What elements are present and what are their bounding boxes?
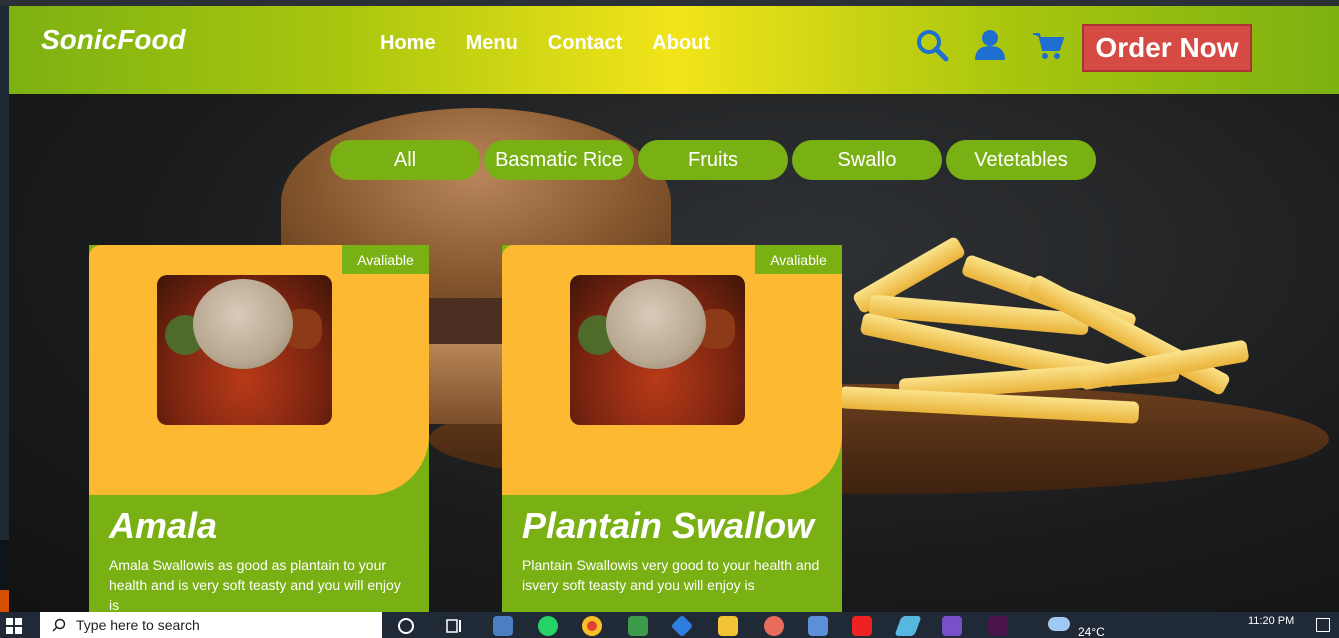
browser-viewport: SonicFood Home Menu Contact About Order … <box>0 0 1339 638</box>
notification-icon[interactable] <box>1316 618 1330 632</box>
fries-image <box>838 235 1259 444</box>
taskbar-search-placeholder: Type here to search <box>76 617 200 633</box>
card-title: Plantain Swallow <box>522 505 815 546</box>
cart-icon[interactable] <box>1031 28 1065 62</box>
slack-icon[interactable] <box>988 616 1008 636</box>
order-now-button[interactable]: Order Now <box>1082 24 1252 72</box>
amala-image <box>157 275 332 425</box>
card-image-area <box>502 245 842 495</box>
category-vetetables[interactable]: Vetetables <box>946 140 1096 180</box>
main-nav: Home Menu Contact About <box>380 32 740 55</box>
card-description: Amala Swallowis as good as plantain to y… <box>109 557 401 612</box>
whatsapp-icon[interactable] <box>538 616 558 636</box>
site-header: SonicFood Home Menu Contact About Order … <box>9 6 1339 94</box>
card-title: Amala <box>109 505 218 546</box>
category-all[interactable]: All <box>330 140 480 180</box>
left-window-edge <box>0 6 9 612</box>
youtube-icon[interactable] <box>852 616 872 636</box>
food-card-plantain-swallow[interactable]: Avaliable Plantain Swallow Plantain Swal… <box>502 245 842 612</box>
nav-about[interactable]: About <box>652 32 710 55</box>
task-view-icon[interactable] <box>444 616 464 636</box>
camera-app-icon[interactable] <box>493 616 513 636</box>
user-icon[interactable] <box>973 28 1007 62</box>
taskbar-clock[interactable]: 11:20 PM <box>1248 615 1294 627</box>
nav-menu[interactable]: Menu <box>466 32 518 55</box>
search-icon <box>52 618 66 632</box>
category-fruits[interactable]: Fruits <box>638 140 788 180</box>
category-swallo[interactable]: Swallo <box>792 140 942 180</box>
windows-taskbar: Type here to search 24°C 11:20 PM <box>0 612 1339 638</box>
app-icon-5[interactable] <box>894 616 922 636</box>
card-description: Plantain Swallowis very good to your hea… <box>522 557 820 593</box>
taskbar-search-box[interactable]: Type here to search <box>40 612 382 638</box>
availability-badge: Avaliable <box>755 245 842 274</box>
visual-studio-icon[interactable] <box>942 616 962 636</box>
food-card-amala[interactable]: Avaliable Amala Amala Swallowis as good … <box>89 245 429 612</box>
nav-home[interactable]: Home <box>380 32 436 55</box>
availability-badge: Avaliable <box>342 245 429 274</box>
site-logo[interactable]: SonicFood <box>41 24 186 56</box>
app-icon-1[interactable] <box>628 616 648 636</box>
weather-icon[interactable] <box>1048 617 1070 631</box>
app-icon-4[interactable] <box>808 616 828 636</box>
background-window-edge <box>0 540 9 612</box>
cortana-icon[interactable] <box>396 616 416 636</box>
app-icon-3[interactable] <box>764 616 784 636</box>
card-image-area <box>89 245 429 495</box>
plantain-swallow-image <box>570 275 745 425</box>
windows-start-icon[interactable] <box>6 618 22 634</box>
chrome-icon[interactable] <box>582 616 602 636</box>
category-basmatic-rice[interactable]: Basmatic Rice <box>484 140 634 180</box>
file-explorer-icon[interactable] <box>718 616 738 636</box>
search-icon[interactable] <box>915 28 949 62</box>
nav-contact[interactable]: Contact <box>548 32 622 55</box>
app-icon-2[interactable] <box>670 614 694 638</box>
weather-temp[interactable]: 24°C <box>1078 625 1105 638</box>
category-filter: All Basmatic Rice Fruits Swallo Vetetabl… <box>330 140 1096 180</box>
